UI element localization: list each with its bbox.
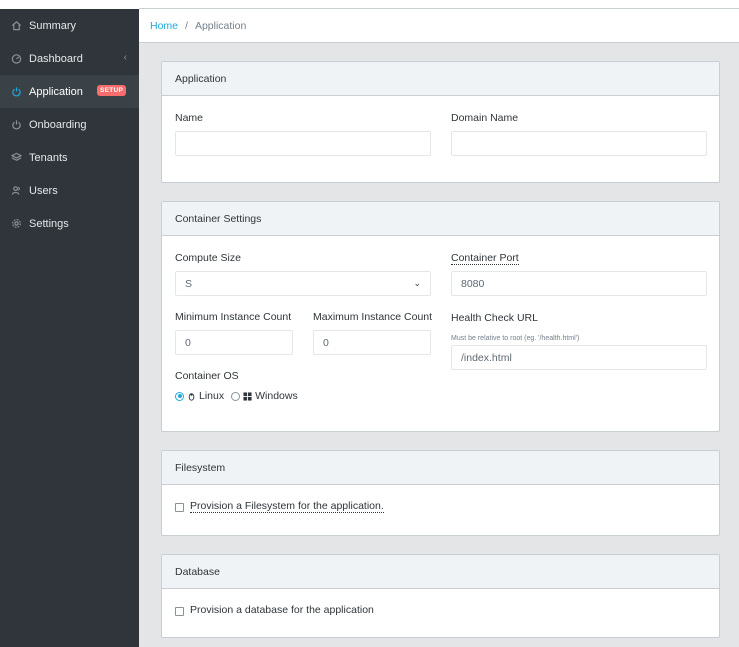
sidebar-item-label: Users (29, 184, 58, 197)
people-icon (10, 185, 22, 197)
container-port-input[interactable] (451, 271, 707, 296)
power-icon (10, 86, 22, 98)
compute-size-select[interactable]: S ⌄ (175, 271, 431, 296)
power-icon (10, 119, 22, 131)
sidebar-item-label: Summary (29, 19, 77, 32)
sidebar-item-label: Settings (29, 217, 69, 230)
sidebar-item-dashboard[interactable]: Dashboard ‹ (0, 42, 139, 75)
container-os-options: Linux Windows (175, 390, 298, 402)
main-content: Application Name Domain Name Container S… (139, 43, 739, 647)
home-icon (10, 20, 22, 32)
setup-badge: SETUP (97, 85, 127, 96)
layers-icon (10, 152, 22, 164)
chevron-down-icon: ⌄ (413, 278, 421, 288)
breadcrumb-separator: / (185, 19, 188, 32)
card-title: Application (162, 62, 719, 96)
sidebar: Summary Dashboard ‹ Application SETUP On… (0, 0, 139, 647)
database-card: Database Provision a database for the ap… (161, 554, 720, 638)
compute-size-label: Compute Size (175, 252, 241, 264)
sidebar-item-application[interactable]: Application SETUP (0, 75, 139, 108)
gear-icon (10, 218, 22, 230)
min-instance-input[interactable] (175, 330, 293, 355)
health-check-input[interactable] (451, 345, 707, 370)
sidebar-item-tenants[interactable]: Tenants (0, 141, 139, 174)
health-check-help: Must be relative to root (eg. '/health.h… (451, 335, 580, 342)
filesystem-card: Filesystem Provision a Filesystem for th… (161, 450, 720, 536)
card-title: Container Settings (162, 202, 719, 236)
domain-name-label: Domain Name (451, 112, 519, 124)
header-bar (139, 0, 739, 9)
sidebar-item-label: Dashboard (29, 52, 83, 65)
database-checkbox[interactable] (175, 607, 184, 616)
filesystem-checkbox-label[interactable]: Provision a Filesystem for the applicati… (190, 500, 384, 513)
windows-icon (243, 391, 252, 401)
name-input[interactable] (175, 131, 431, 156)
health-check-label: Health Check URL (451, 312, 538, 324)
database-checkbox-label[interactable]: Provision a database for the application (190, 604, 374, 616)
sidebar-item-label: Tenants (29, 151, 68, 164)
sidebar-item-settings[interactable]: Settings (0, 207, 139, 240)
linux-icon (188, 392, 195, 401)
max-instance-label: Maximum Instance Count (313, 311, 433, 323)
min-instance-label: Minimum Instance Count (175, 311, 292, 323)
chevron-left-icon[interactable]: ‹ (124, 52, 127, 63)
card-title: Filesystem (162, 451, 719, 485)
windows-radio[interactable] (231, 391, 241, 401)
max-instance-input[interactable] (313, 330, 431, 355)
sidebar-item-label: Onboarding (29, 118, 87, 131)
windows-label[interactable]: Windows (255, 390, 298, 402)
container-os-label: Container OS (175, 370, 239, 382)
linux-label[interactable]: Linux (199, 390, 224, 402)
sidebar-item-summary[interactable]: Summary (0, 9, 139, 42)
card-title: Database (162, 555, 719, 589)
container-settings-card: Container Settings Compute Size S ⌄ Cont… (161, 201, 720, 432)
sidebar-item-label: Application (29, 85, 83, 98)
name-label: Name (175, 112, 204, 124)
sidebar-item-users[interactable]: Users (0, 174, 139, 207)
compute-size-value: S (185, 277, 193, 290)
linux-radio[interactable] (175, 391, 184, 401)
breadcrumb: Home / Application (139, 9, 739, 43)
domain-name-input[interactable] (451, 131, 707, 156)
sidebar-item-onboarding[interactable]: Onboarding (0, 108, 139, 141)
filesystem-checkbox[interactable] (175, 503, 184, 512)
speedometer-icon (10, 53, 22, 65)
container-port-label: Container Port (451, 252, 519, 265)
application-card: Application Name Domain Name (161, 61, 720, 183)
breadcrumb-current: Application (194, 19, 247, 32)
breadcrumb-home-link[interactable]: Home (150, 20, 178, 32)
